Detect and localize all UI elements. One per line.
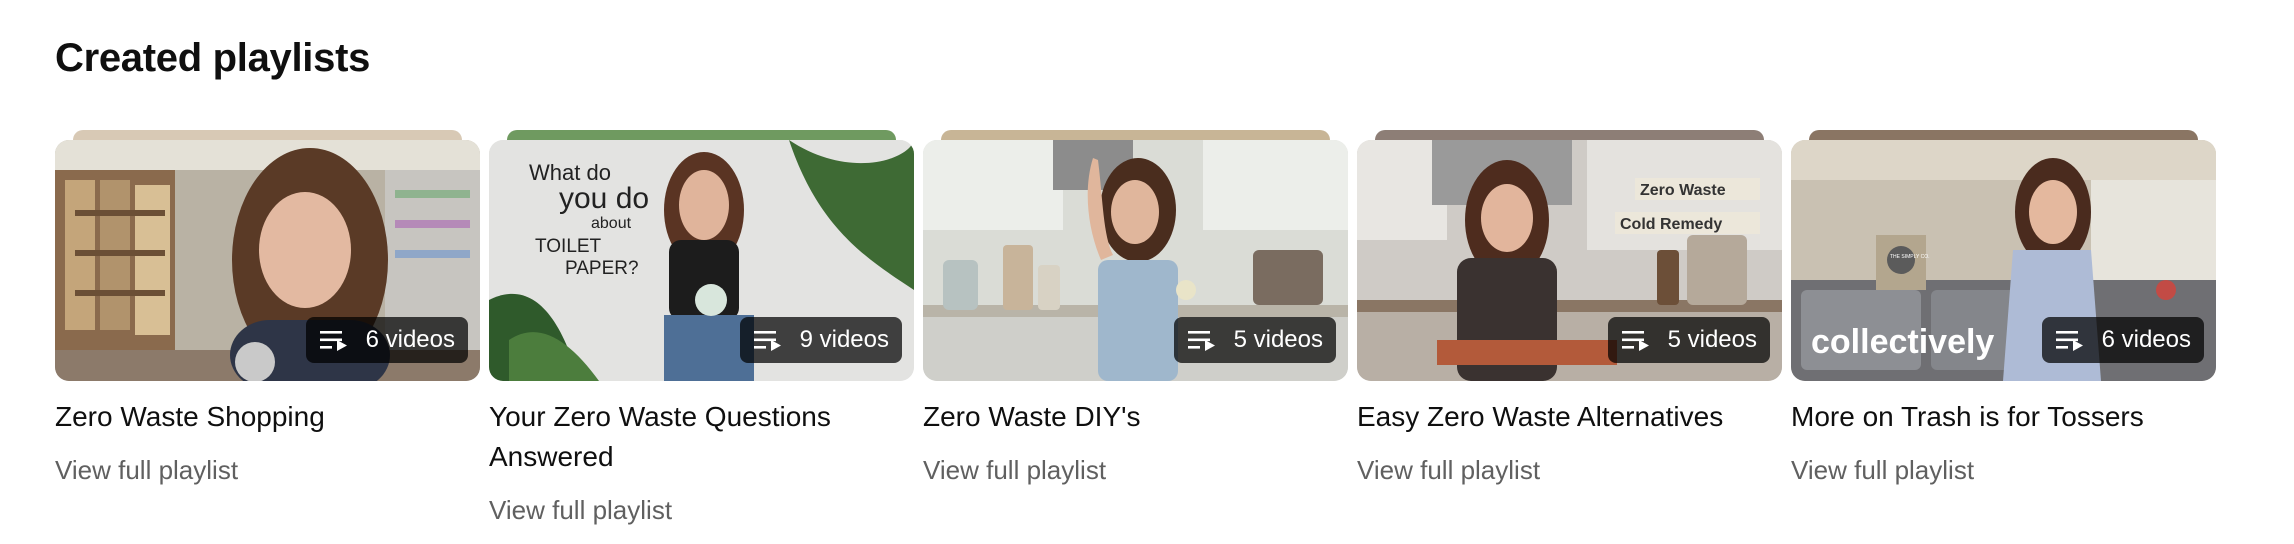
playlist-thumbnail[interactable]: 6 videos	[55, 130, 480, 381]
video-count-badge: 5 videos	[1607, 317, 1770, 363]
view-full-playlist-link[interactable]: View full playlist	[489, 495, 914, 525]
section-title: Created playlists	[55, 36, 371, 80]
playlist-play-icon	[1621, 331, 1649, 351]
video-count-label: 5 videos	[1667, 326, 1757, 353]
view-full-playlist-link[interactable]: View full playlist	[1791, 455, 2216, 485]
video-count-badge: 6 videos	[305, 317, 468, 363]
video-count-badge: 9 videos	[739, 317, 902, 363]
playlist-card-diy[interactable]: 5 videos Zero Waste DIY's View full play…	[923, 130, 1348, 525]
thumb-text-line-3: about	[591, 215, 632, 232]
playlist-thumbnail[interactable]: Zero Waste Cold Remedy 5 videos	[1357, 130, 1782, 381]
thumb-text-line-1: Zero Waste	[1640, 182, 1726, 199]
view-full-playlist-link[interactable]: View full playlist	[923, 455, 1348, 485]
playlist-title[interactable]: Your Zero Waste Questions Answered	[489, 397, 914, 477]
playlist-title[interactable]: Zero Waste Shopping	[55, 397, 480, 437]
playlist-card-trash-is-for-tossers[interactable]: THE SIMPLY CO. collectively 6 videos Mor…	[1791, 130, 2216, 525]
thumb-brand-text: collectively	[1811, 323, 1994, 361]
playlist-card-questions-answered[interactable]: What do you do about TOILET PAPER? 9 vid…	[489, 130, 914, 525]
thumb-text-line-4: TOILET	[535, 236, 602, 257]
playlist-play-icon	[753, 331, 781, 351]
playlist-thumbnail[interactable]: 5 videos	[923, 130, 1348, 381]
playlist-title[interactable]: More on Trash is for Tossers	[1791, 397, 2216, 437]
thumb-text-line-2: you do	[559, 182, 649, 215]
playlist-card-zero-waste-shopping[interactable]: 6 videos Zero Waste Shopping View full p…	[55, 130, 480, 525]
playlist-shelf: 6 videos Zero Waste Shopping View full p…	[55, 130, 2216, 525]
playlist-thumbnail[interactable]: What do you do about TOILET PAPER? 9 vid…	[489, 130, 914, 381]
playlist-card-alternatives[interactable]: Zero Waste Cold Remedy 5 videos Easy Zer…	[1357, 130, 1782, 525]
playlist-play-icon	[2055, 331, 2083, 351]
video-count-label: 6 videos	[365, 326, 455, 353]
playlist-play-icon	[319, 331, 347, 351]
video-count-label: 5 videos	[1233, 326, 1323, 353]
playlist-title[interactable]: Easy Zero Waste Alternatives	[1357, 397, 1782, 437]
playlist-thumbnail[interactable]: THE SIMPLY CO. collectively 6 videos	[1791, 130, 2216, 381]
video-count-label: 6 videos	[2101, 326, 2191, 353]
video-count-badge: 5 videos	[1173, 317, 1336, 363]
thumb-logo-text: THE SIMPLY CO.	[1890, 254, 1930, 260]
video-count-badge: 6 videos	[2041, 317, 2204, 363]
thumb-text-line-2: Cold Remedy	[1620, 216, 1722, 233]
view-full-playlist-link[interactable]: View full playlist	[55, 455, 480, 485]
playlist-title[interactable]: Zero Waste DIY's	[923, 397, 1348, 437]
thumb-text-line-5: PAPER?	[565, 258, 639, 279]
video-count-label: 9 videos	[799, 326, 889, 353]
playlist-play-icon	[1187, 331, 1215, 351]
view-full-playlist-link[interactable]: View full playlist	[1357, 455, 1782, 485]
